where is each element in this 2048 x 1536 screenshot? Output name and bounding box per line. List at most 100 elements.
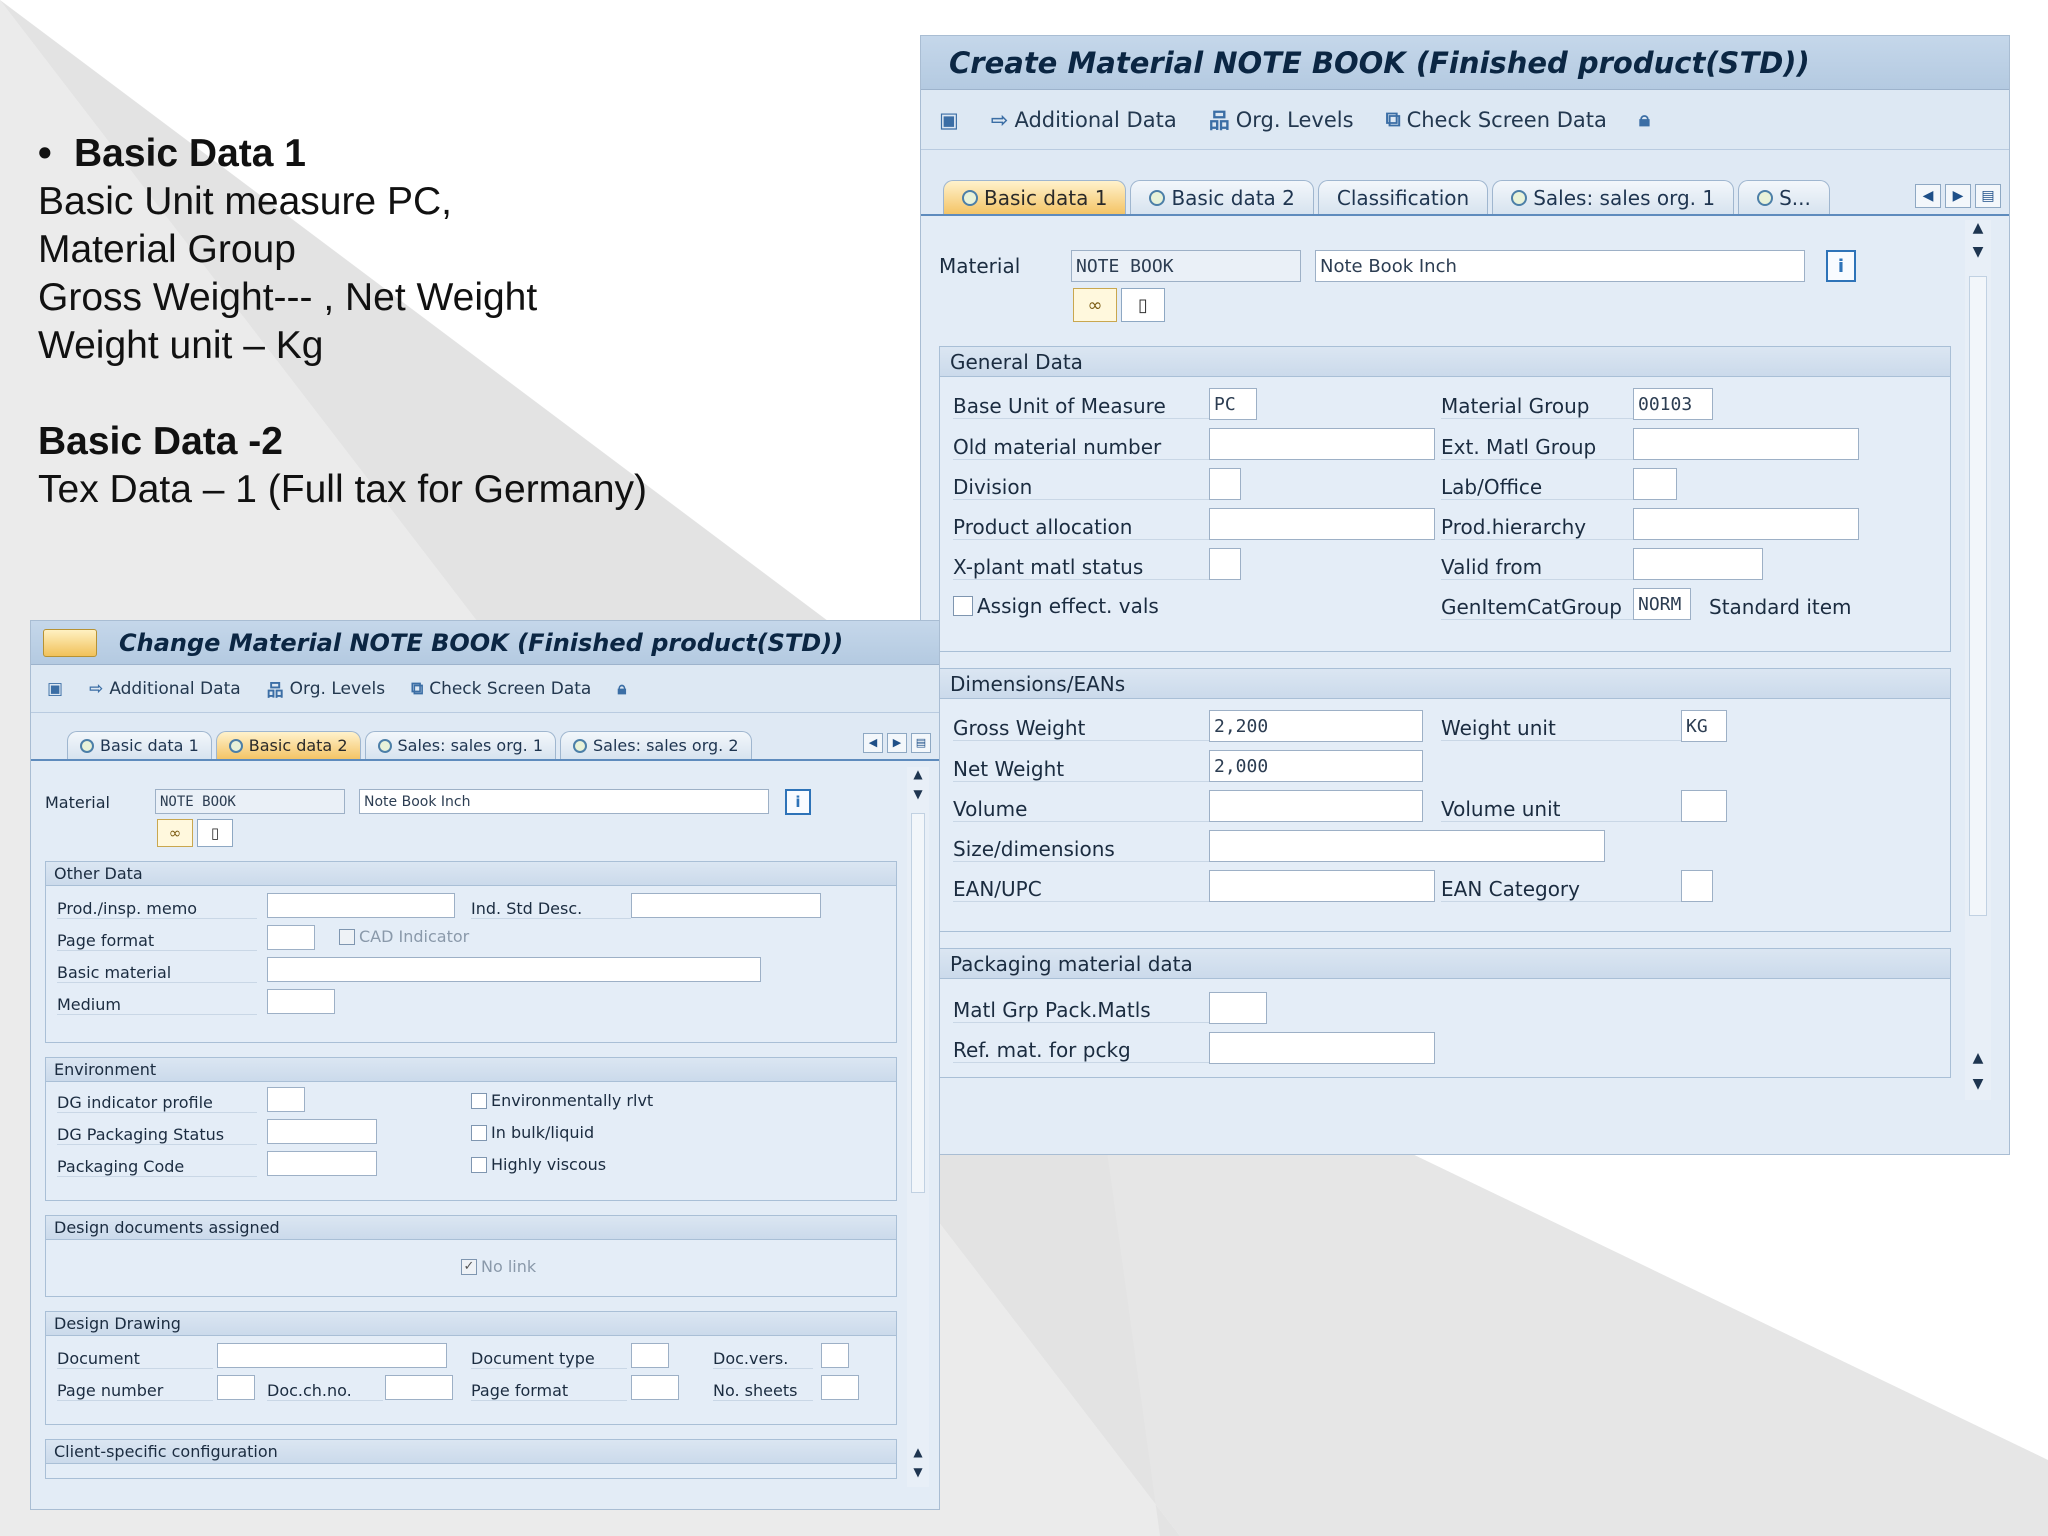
menu-icon[interactable]: [43, 628, 97, 657]
in-bulk-liquid-checkbox[interactable]: In bulk/liquid: [471, 1123, 594, 1142]
tab-basic-data-2[interactable]: Basic data 2: [1130, 180, 1314, 214]
tab-next-icon[interactable]: ▶: [1945, 184, 1971, 208]
group-title: Dimensions/EANs: [940, 669, 1950, 699]
vertical-scrollbar[interactable]: ▲ ▼ ▲ ▼: [1965, 220, 1991, 1100]
scroll-up-icon[interactable]: ▲: [907, 767, 929, 781]
tab-navigation: ◀ ▶ ▤: [1915, 184, 2001, 208]
tab-prev-icon[interactable]: ◀: [1915, 184, 1941, 208]
material-number-field[interactable]: NOTE BOOK: [1071, 250, 1301, 282]
ext-matl-group-field[interactable]: [1633, 428, 1859, 460]
scroll-up-icon[interactable]: ▲: [1965, 1050, 1991, 1066]
ref-mat-pckg-field[interactable]: [1209, 1032, 1435, 1064]
glasses-icon[interactable]: ∞: [1073, 288, 1117, 322]
bullet-icon: •: [38, 132, 52, 175]
tab-classification[interactable]: Classification: [1317, 180, 1489, 214]
valid-from-field[interactable]: [1633, 548, 1763, 580]
tab-list-icon[interactable]: ▤: [1975, 184, 2001, 208]
base-uom-field[interactable]: PC: [1209, 388, 1257, 420]
dg-indicator-field[interactable]: [267, 1087, 305, 1112]
volume-field[interactable]: [1209, 790, 1423, 822]
document-field[interactable]: [217, 1343, 447, 1368]
basic-material-label: Basic material: [57, 963, 257, 983]
org-levels-button[interactable]: 品 Org. Levels: [267, 676, 385, 702]
net-weight-field[interactable]: 2,000: [1209, 750, 1423, 782]
ind-std-desc-field[interactable]: [631, 893, 821, 918]
ext-matl-group-label: Ext. Matl Group: [1441, 435, 1641, 460]
scroll-up-icon[interactable]: ▲: [1965, 220, 1991, 236]
drawing-page-format-field[interactable]: [631, 1375, 679, 1400]
ean-category-field[interactable]: [1681, 870, 1713, 902]
division-label: Division: [953, 475, 1213, 500]
material-description-field[interactable]: Note Book Inch: [359, 789, 769, 814]
prod-hierarchy-field[interactable]: [1633, 508, 1859, 540]
basic-material-field[interactable]: [267, 957, 761, 982]
material-number-field[interactable]: NOTE BOOK: [155, 789, 345, 814]
document-button[interactable]: ▯: [197, 819, 233, 847]
gen-item-cat-field[interactable]: NORM: [1633, 588, 1691, 620]
size-dimensions-field[interactable]: [1209, 830, 1605, 862]
packaging-code-field[interactable]: [267, 1151, 377, 1176]
lock-button[interactable]: 🔒︎: [1639, 107, 1650, 132]
material-description-field[interactable]: Note Book Inch: [1315, 250, 1805, 282]
old-material-label: Old material number: [953, 435, 1213, 460]
weight-unit-field[interactable]: KG: [1681, 710, 1727, 742]
matl-grp-pack-field[interactable]: [1209, 992, 1267, 1024]
ind-std-desc-label: Ind. Std Desc.: [471, 899, 631, 919]
scroll-down-icon[interactable]: ▼: [907, 1465, 929, 1479]
assign-effect-checkbox[interactable]: Assign effect. vals: [953, 594, 1159, 618]
doc-ch-no-field[interactable]: [385, 1375, 453, 1400]
document-button[interactable]: ▯: [1121, 288, 1165, 322]
tab-basic-data-2[interactable]: Basic data 2: [215, 731, 361, 759]
ean-upc-field[interactable]: [1209, 870, 1435, 902]
no-sheets-field[interactable]: [821, 1375, 859, 1400]
document-type-field[interactable]: [631, 1343, 669, 1368]
tab-next-icon[interactable]: ▶: [887, 733, 907, 753]
tab-list-icon[interactable]: ▤: [911, 733, 931, 753]
info-icon[interactable]: i: [785, 789, 811, 815]
scroll-up-icon[interactable]: ▲: [907, 1445, 929, 1459]
material-group-field[interactable]: 00103: [1633, 388, 1713, 420]
scroll-track[interactable]: [911, 813, 925, 1193]
page-format-field[interactable]: [267, 925, 315, 950]
page-number-field[interactable]: [217, 1375, 255, 1400]
additional-data-button[interactable]: ⇨ Additional Data: [991, 108, 1177, 132]
division-field[interactable]: [1209, 468, 1241, 500]
document-icon: ▣: [939, 107, 959, 132]
prod-memo-field[interactable]: [267, 893, 455, 918]
tab-sales-org-1[interactable]: Sales: sales org. 1: [364, 731, 557, 759]
org-levels-label: Org. Levels: [1235, 107, 1354, 132]
medium-field[interactable]: [267, 989, 335, 1014]
glasses-icon[interactable]: ∞: [157, 819, 193, 847]
lab-office-field[interactable]: [1633, 468, 1677, 500]
product-allocation-field[interactable]: [1209, 508, 1435, 540]
tab-sales-org-2[interactable]: Sales: sales org. 2: [560, 731, 752, 759]
scroll-down-icon[interactable]: ▼: [1965, 244, 1991, 260]
environmentally-relevant-checkbox[interactable]: Environmentally rlvt: [471, 1091, 653, 1110]
scroll-track[interactable]: [1969, 276, 1987, 916]
checkbox-checked-icon: ✓: [461, 1258, 477, 1275]
vertical-scrollbar[interactable]: ▲ ▼ ▲ ▼: [907, 767, 929, 1487]
tab-prev-icon[interactable]: ◀: [863, 733, 883, 753]
tab-more[interactable]: S...: [1738, 180, 1830, 214]
tab-sales-org-1[interactable]: Sales: sales org. 1: [1492, 180, 1735, 214]
scroll-down-icon[interactable]: ▼: [1965, 1076, 1991, 1092]
tab-basic-data-1[interactable]: Basic data 1: [943, 180, 1127, 214]
highly-viscous-checkbox[interactable]: Highly viscous: [471, 1155, 606, 1174]
scroll-down-icon[interactable]: ▼: [907, 787, 929, 801]
doc-vers-field[interactable]: [821, 1343, 849, 1368]
dg-packaging-field[interactable]: [267, 1119, 377, 1144]
lock-button[interactable]: 🔒︎: [617, 679, 626, 699]
check-screen-data-button[interactable]: ⧉ Check Screen Data: [1386, 107, 1607, 132]
dg-packaging-label: DG Packaging Status: [57, 1125, 257, 1145]
gross-weight-field[interactable]: 2,200: [1209, 710, 1423, 742]
additional-data-button[interactable]: ⇨ Additional Data: [89, 679, 241, 699]
tab-basic-data-1[interactable]: Basic data 1: [67, 731, 212, 759]
volume-unit-field[interactable]: [1681, 790, 1727, 822]
xplant-status-field[interactable]: [1209, 548, 1241, 580]
old-material-field[interactable]: [1209, 428, 1435, 460]
new-entry-button[interactable]: ▣: [939, 108, 959, 132]
org-levels-button[interactable]: 品 Org. Levels: [1209, 105, 1354, 135]
check-screen-data-button[interactable]: ⧉ Check Screen Data: [411, 679, 591, 699]
new-entry-button[interactable]: ▣: [47, 679, 63, 699]
info-icon[interactable]: i: [1826, 250, 1856, 282]
